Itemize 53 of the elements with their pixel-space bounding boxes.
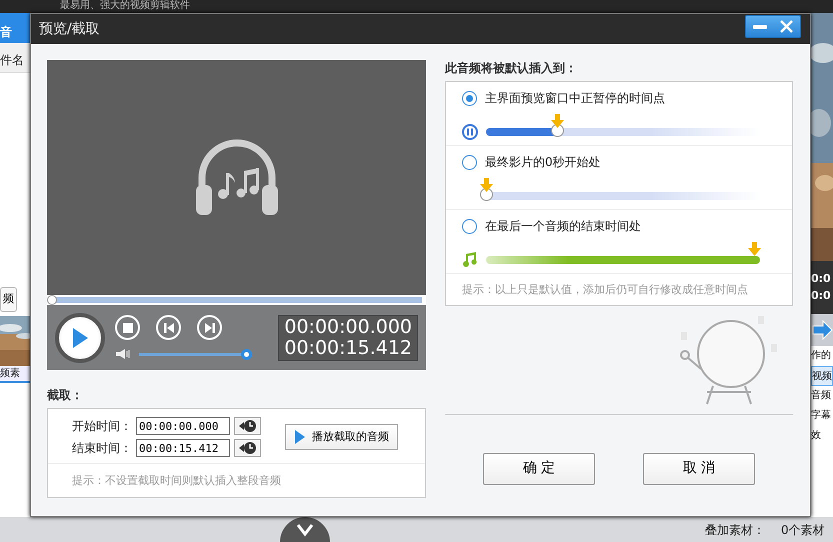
play-button[interactable] xyxy=(55,312,105,362)
field-label: 结束时间： xyxy=(72,440,132,457)
app-button[interactable]: 频 xyxy=(0,287,17,312)
panel-item[interactable]: 音频 xyxy=(811,386,833,406)
dialog-title: 预览/截取 xyxy=(39,21,100,37)
total-time: 00:00:15.412 xyxy=(284,338,412,358)
ok-button[interactable]: 确 定 xyxy=(483,452,595,484)
music-note-icon xyxy=(462,251,478,267)
thumbnail-caption: 频素 xyxy=(0,366,30,382)
pause-icon xyxy=(462,124,478,140)
clock-icon xyxy=(238,441,256,455)
end-time-field[interactable]: 00:00:15.412 xyxy=(136,439,230,457)
panel-item[interactable]: 字幕 xyxy=(811,406,833,426)
section-heading: 此音频将被默认插入到： xyxy=(445,60,578,77)
clock-icon xyxy=(238,419,256,433)
section-heading: 截取： xyxy=(47,387,84,404)
panel-heading: 作的 xyxy=(811,349,832,363)
close-icon xyxy=(780,20,793,33)
radio-button[interactable] xyxy=(462,154,477,170)
stop-button[interactable] xyxy=(115,315,140,340)
start-time-field[interactable]: 00:00:00.000 xyxy=(136,417,230,435)
reset-time-button[interactable] xyxy=(234,439,261,457)
next-icon xyxy=(204,322,216,334)
previous-button[interactable] xyxy=(156,315,181,340)
radio-button[interactable] xyxy=(462,218,477,234)
radio-button[interactable] xyxy=(462,90,477,106)
hint-text: 提示：不设置截取时间则默认插入整段音频 xyxy=(72,474,281,487)
down-arrow-icon xyxy=(480,178,493,192)
option-label: 主界面预览窗口中正暂停的时间点 xyxy=(485,90,665,107)
option-label: 在最后一个音频的结束时间处 xyxy=(485,218,641,235)
option-label: 最终影片的0秒开始处 xyxy=(485,154,601,171)
next-button[interactable] xyxy=(197,315,222,340)
speaker-icon xyxy=(115,348,131,360)
app-tab[interactable]: 音 xyxy=(0,13,30,43)
hint-text: 提示：以上只是默认值，添加后仍可自行修改成任意时间点 xyxy=(462,283,748,296)
reset-time-button[interactable] xyxy=(234,417,261,435)
current-time: 00:00:00.000 xyxy=(284,316,412,338)
play-clip-button[interactable]: 播放截取的音频 xyxy=(285,424,398,450)
column-header: 件名 xyxy=(0,43,30,73)
field-label: 开始时间： xyxy=(72,418,132,435)
overlay-label: 叠加素材： xyxy=(705,522,765,538)
panel-item[interactable]: 视频 xyxy=(811,366,833,386)
slider-thumb[interactable] xyxy=(480,188,493,201)
play-icon xyxy=(71,326,89,348)
forward-button[interactable] xyxy=(811,314,833,346)
cancel-button[interactable]: 取 消 xyxy=(643,452,755,484)
play-icon xyxy=(294,429,306,445)
previous-icon xyxy=(162,322,174,334)
overlay-value: 0个素材 xyxy=(781,522,825,538)
down-arrow-icon xyxy=(551,114,564,128)
stop-icon xyxy=(122,322,134,334)
panel-item[interactable]: 效 xyxy=(811,426,833,446)
minimize-icon xyxy=(752,24,766,28)
